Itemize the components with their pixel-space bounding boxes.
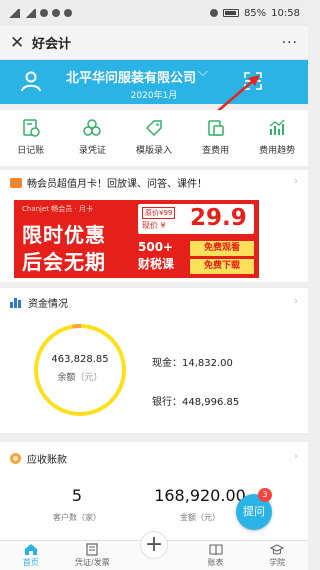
- cash-row: 现金：14,832.00: [152, 354, 233, 369]
- balance-label: 余额（元）: [32, 370, 128, 383]
- company-header: 北平华问服装有限公司 ⌵ 2020年1月: [0, 60, 308, 104]
- quick-action-label: 模版录入: [135, 146, 172, 156]
- chevron-right-icon[interactable]: ›: [294, 176, 298, 187]
- status-bar: 85% 10:58: [0, 0, 308, 26]
- funds-header[interactable]: 资金情况: [10, 295, 68, 310]
- promo-headline: 畅会员超值月卡！回放课、问答、课件！: [27, 179, 207, 190]
- courses-count: 500+: [138, 240, 174, 254]
- quick-action-label: 录凭证: [78, 146, 106, 156]
- ledger-icon: [209, 544, 223, 556]
- balance-ring[interactable]: 463,828.85 余额（元）: [32, 322, 128, 418]
- voucher-entry-icon: [83, 119, 102, 136]
- add-button[interactable]: +: [126, 531, 182, 570]
- now-price: 29.9: [190, 205, 247, 231]
- tab-ledger[interactable]: 账表: [188, 541, 244, 570]
- quick-action-expense[interactable]: 查费用: [190, 118, 242, 156]
- quick-action-template[interactable]: 模版录入: [128, 118, 180, 156]
- status-icons-left: [8, 8, 72, 18]
- now-price-label: 现价 ¥: [142, 221, 166, 230]
- chevron-down-icon[interactable]: ⌵: [198, 65, 208, 80]
- quick-action-voucher[interactable]: 录凭证: [66, 118, 118, 156]
- balance-unit: （元）: [75, 373, 103, 383]
- more-menu-icon[interactable]: ···: [282, 35, 298, 51]
- quick-action-label: 费用趋势: [259, 146, 296, 156]
- wifi-icon: [209, 9, 218, 17]
- receivables-header[interactable]: 应收账款: [10, 451, 67, 466]
- notification-icon: [64, 9, 72, 17]
- chevron-right-icon[interactable]: ›: [294, 296, 298, 307]
- signal-icon: [8, 8, 20, 18]
- cash-value: 14,832.00: [182, 358, 233, 369]
- quick-action-label: 查费用: [202, 146, 230, 156]
- status-icons-right: 85% 10:58: [209, 7, 300, 19]
- promo-headline-row[interactable]: 畅会员超值月卡！回放课、问答、课件！: [10, 175, 207, 190]
- app-titlebar: ✕ 好会计 ···: [0, 26, 308, 60]
- signal-icon: [24, 8, 36, 18]
- tab-home[interactable]: 首页: [3, 541, 59, 570]
- bank-row: 银行：448,996.85: [152, 393, 239, 408]
- funds-title: 资金情况: [28, 299, 68, 310]
- tab-label: 首页: [22, 558, 39, 567]
- voucher-icon: [86, 543, 98, 556]
- cash-label: 现金：: [152, 358, 182, 369]
- bank-label: 银行：: [152, 397, 182, 408]
- company-name[interactable]: 北平华问服装有限公司: [66, 67, 196, 86]
- chevron-right-icon[interactable]: ›: [294, 451, 298, 462]
- bank-value: 448,996.85: [182, 397, 240, 408]
- funds-card: 资金情况 › 463,828.85 余额（元） 现金：14,832.00 银行：…: [0, 288, 308, 433]
- banner-courses: 500+ 财税课: [138, 239, 174, 273]
- tab-label: 学院: [269, 558, 286, 567]
- battery-percent: 85%: [243, 7, 267, 19]
- clock: 10:58: [271, 7, 300, 19]
- battery-icon: [222, 9, 239, 17]
- home-icon: [24, 544, 37, 555]
- bottom-tab-bar: 首页 凭证/发票 + 账表 学院: [0, 531, 308, 570]
- quick-actions: 日记账 录凭证 模版录入 查费用 费用趋势: [0, 110, 308, 166]
- journal-icon: [23, 119, 40, 137]
- balance-amount: 463,828.85: [51, 354, 109, 365]
- membership-promo: 畅会员超值月卡！回放课、问答、课件！ › Chanjet 畅会员 · 月卡 限时…: [0, 170, 308, 282]
- scan-icon[interactable]: [244, 72, 262, 90]
- close-icon[interactable]: ✕: [10, 33, 32, 53]
- notification-icon: [40, 9, 48, 17]
- original-price: 原价¥99: [142, 207, 176, 219]
- quick-action-journal[interactable]: 日记账: [5, 118, 57, 156]
- trend-icon: [269, 119, 285, 135]
- courses-label: 财税课: [138, 257, 175, 271]
- tab-voucher-invoice[interactable]: 凭证/发票: [64, 541, 120, 570]
- tab-label: 账表: [207, 558, 224, 567]
- quick-action-label: 日记账: [17, 146, 45, 156]
- receivables-title: 应收账款: [27, 455, 67, 466]
- banner-line2: 后会无期: [22, 250, 106, 274]
- banner-line1: 限时优惠: [22, 223, 106, 247]
- template-tag-icon: [145, 120, 162, 137]
- tab-label: 凭证/发票: [75, 558, 110, 567]
- plus-icon: +: [139, 531, 168, 559]
- banner-price-box: 原价¥99 现价 ¥ 29.9: [138, 204, 254, 234]
- banner-brand: Chanjet 畅会员 · 月卡: [22, 205, 93, 213]
- notification-icon: [52, 9, 60, 17]
- graduation-cap-icon: [270, 544, 285, 555]
- app-title: 好会计: [32, 37, 72, 52]
- banner-tag-watch: 免费观看: [190, 241, 254, 256]
- coin-icon: [10, 453, 21, 464]
- notification-badge: 3: [258, 488, 272, 502]
- bar-chart-icon: [10, 297, 22, 308]
- quick-action-trend[interactable]: 费用趋势: [251, 118, 303, 156]
- expense-icon: [207, 120, 224, 136]
- tab-academy[interactable]: 学院: [249, 541, 305, 570]
- promo-banner[interactable]: Chanjet 畅会员 · 月卡 限时优惠 后会无期 原价¥99 现价 ¥ 29…: [14, 200, 259, 278]
- banner-tag-download: 免费下载: [190, 259, 254, 274]
- video-icon: [10, 177, 22, 188]
- balance-label-text: 余额: [57, 373, 76, 383]
